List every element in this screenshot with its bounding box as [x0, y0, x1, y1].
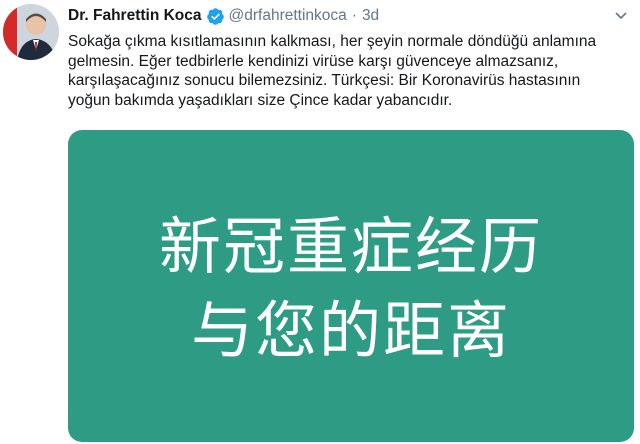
tweet-text-line: gelmesin. Eğer tedbirlerle kendinizi vir… — [68, 52, 559, 70]
tweet-text-line: karşılaşacağınız sonucu bilemezsiniz. Tü… — [68, 72, 581, 89]
tweet-header: Dr. Fahrettin Koca @drfahrettinkoca · 3d — [68, 4, 628, 28]
media-text-line-2: 与您的距离 — [190, 294, 511, 367]
avatar[interactable] — [3, 4, 59, 60]
header-separator: · — [351, 7, 357, 24]
tweet: Dr. Fahrettin Koca @drfahrettinkoca · 3d… — [0, 0, 640, 444]
verified-badge-icon — [206, 7, 225, 26]
tweet-timestamp[interactable]: 3d — [362, 7, 379, 25]
tweet-text-line: Sokağa çıkma kısıtlamasının kalkması, he… — [68, 33, 597, 50]
avatar-photo — [3, 4, 59, 60]
tweet-content: Dr. Fahrettin Koca @drfahrettinkoca · 3d… — [68, 4, 628, 110]
author-name[interactable]: Dr. Fahrettin Koca — [68, 7, 202, 25]
tweet-text-line: yoğun bakımda yaşadıkları size Çince kad… — [68, 91, 453, 109]
author-handle[interactable]: @drfahrettinkoca — [229, 7, 347, 25]
tweet-media-image[interactable]: 新冠重症经历 与您的距离 — [68, 130, 634, 442]
tweet-text: Sokağa çıkma kısıtlamasının kalkması, he… — [68, 32, 628, 110]
media-text-line-1: 新冠重症经历 — [158, 210, 543, 283]
chevron-down-icon[interactable] — [612, 6, 630, 24]
